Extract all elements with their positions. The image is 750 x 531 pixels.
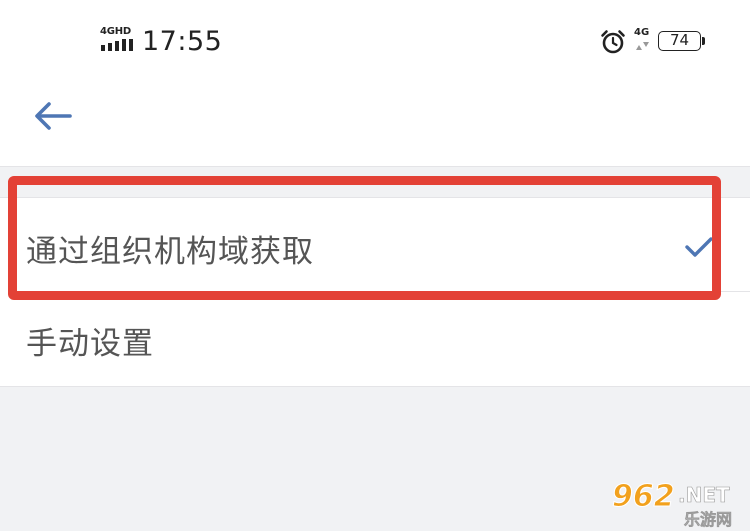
check-icon (685, 237, 713, 257)
battery-level: 74 (658, 31, 701, 51)
arrow-left-icon (35, 102, 72, 130)
option-manual-settings[interactable]: 手动设置 (0, 292, 750, 385)
network-type-label: 4GHD (100, 26, 132, 37)
status-bar: 4GHD 17:55 4G 74 (0, 0, 750, 84)
network-type-label-right: 4G (634, 27, 650, 38)
battery-indicator: 74 (658, 31, 706, 53)
back-button[interactable] (28, 96, 80, 148)
data-activity-icon (636, 42, 649, 50)
cellular-signal: 4GHD (100, 26, 134, 54)
option-label: 通过组织机构域获取 (26, 234, 314, 270)
battery-cap (702, 37, 705, 45)
clock-time: 17:55 (142, 26, 223, 57)
options-list: 通过组织机构域获取 手动设置 (0, 197, 750, 387)
svg-text:.NET: .NET (678, 483, 730, 507)
signal-bars-icon (101, 39, 133, 51)
svg-text:962: 962 (612, 479, 675, 514)
svg-text:乐游网: 乐游网 (684, 510, 732, 528)
option-label: 手动设置 (26, 326, 154, 362)
watermark-logo: 962 .NET 乐游网 (612, 479, 733, 529)
alarm-clock-icon (601, 30, 625, 54)
nav-bar (0, 84, 750, 167)
option-organization-domain[interactable]: 通过组织机构域获取 (0, 198, 750, 292)
